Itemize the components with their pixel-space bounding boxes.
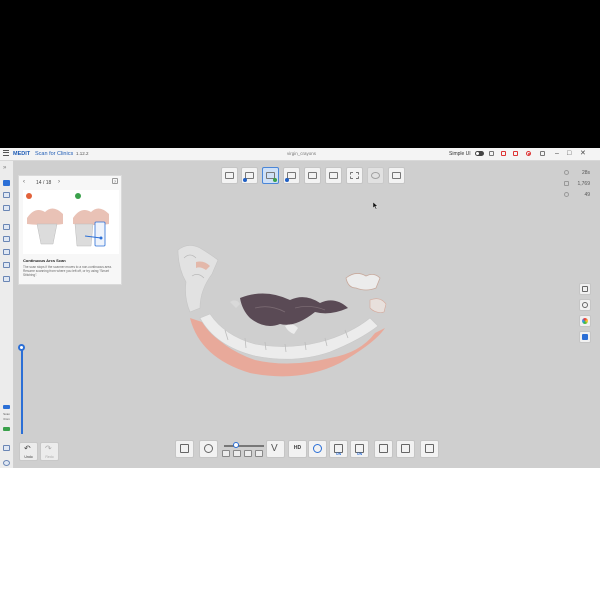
scan-size-slider[interactable] bbox=[224, 445, 264, 447]
tutorial-illustration bbox=[23, 190, 119, 254]
close-icon[interactable]: ✕ bbox=[580, 150, 586, 157]
play-button[interactable] bbox=[308, 440, 327, 458]
scan-option-1-icon[interactable] bbox=[222, 450, 230, 457]
color-scan-button[interactable]: ON bbox=[329, 440, 348, 458]
video-tool-button[interactable] bbox=[579, 283, 591, 295]
stat-time: 28s bbox=[581, 170, 590, 176]
scan-3d-model[interactable] bbox=[170, 238, 400, 388]
sidebar-search-icon[interactable] bbox=[3, 224, 10, 230]
tutorial-description: The scan stops if the scanner moves to a… bbox=[23, 265, 112, 277]
sidebar-maxilla-icon[interactable] bbox=[3, 192, 10, 198]
timer-icon bbox=[564, 170, 569, 175]
undo-icon: ↶ bbox=[24, 444, 31, 453]
reset-view-button[interactable] bbox=[579, 299, 591, 311]
tutorial-card: ‹ 14 / 18 › ? Continuous Arcs Scan The s… bbox=[18, 175, 122, 285]
scan-mode-button[interactable] bbox=[199, 440, 218, 458]
expand-sidebar-icon[interactable]: » bbox=[3, 165, 6, 171]
scan-label: Scan bbox=[3, 412, 10, 416]
title-bar: MEDIT Scan for Clinics 1.12.2 virgin_cra… bbox=[0, 148, 600, 161]
app-brand: MEDIT bbox=[13, 151, 31, 157]
sidebar-status-icon bbox=[3, 405, 10, 409]
undo-button[interactable]: ↶ Undo bbox=[19, 442, 38, 461]
hamburger-menu-icon[interactable] bbox=[3, 150, 9, 156]
sidebar-scan-icon[interactable] bbox=[3, 180, 10, 186]
scan-option-4-icon[interactable] bbox=[255, 450, 263, 457]
letterbox-top bbox=[0, 0, 600, 148]
redo-label: Redo bbox=[45, 455, 54, 459]
scan-size-slider-handle[interactable] bbox=[233, 442, 239, 448]
app-version: 1.12.2 bbox=[76, 151, 89, 156]
mesh-tool-button[interactable] bbox=[374, 440, 393, 458]
app-brand-sub: Scan for Clinics bbox=[35, 151, 74, 157]
settings-icon[interactable] bbox=[489, 151, 494, 156]
scan-option-2-icon[interactable] bbox=[233, 450, 241, 457]
next-page-icon[interactable]: › bbox=[58, 179, 60, 185]
simple-ui-label: Simple UI bbox=[449, 151, 471, 157]
maxilla-stage-button[interactable] bbox=[241, 167, 258, 184]
screen-capture-icon[interactable] bbox=[501, 151, 506, 156]
color-mode-button[interactable] bbox=[579, 315, 591, 327]
trash-button[interactable] bbox=[396, 440, 415, 458]
sidebar-tools-icon[interactable] bbox=[3, 276, 10, 282]
letterbox-bottom bbox=[0, 468, 600, 600]
maximize-icon[interactable]: □ bbox=[567, 150, 571, 157]
export-icon[interactable] bbox=[513, 151, 518, 156]
sidebar-bite-icon[interactable] bbox=[3, 236, 10, 242]
app-window: MEDIT Scan for Clinics 1.12.2 virgin_cra… bbox=[0, 148, 600, 468]
speed-icon bbox=[564, 192, 569, 197]
stat-frames: 1,769 bbox=[577, 181, 590, 187]
scan-filter-button[interactable] bbox=[175, 440, 194, 458]
document-title: virgin_crayons bbox=[287, 151, 317, 156]
analysis-button[interactable] bbox=[420, 440, 439, 458]
color-scan-label: ON bbox=[335, 452, 342, 456]
stat-speed: 49 bbox=[584, 192, 590, 198]
scan-option-3-icon[interactable] bbox=[244, 450, 252, 457]
arch-stage-button[interactable] bbox=[325, 167, 342, 184]
simple-ui-toggle[interactable] bbox=[475, 151, 484, 156]
info-icon[interactable] bbox=[540, 151, 545, 156]
hd-label: HD bbox=[293, 445, 302, 451]
help-icon[interactable]: ? bbox=[112, 178, 118, 184]
mouse-cursor-icon bbox=[373, 202, 379, 210]
zoom-view-button[interactable] bbox=[367, 167, 384, 184]
occlusion-stage-button[interactable] bbox=[283, 167, 300, 184]
prev-page-icon[interactable]: ‹ bbox=[23, 179, 25, 185]
sidebar-note-icon[interactable] bbox=[3, 445, 10, 451]
connection-status-icon bbox=[3, 427, 10, 431]
sidebar-layers-icon[interactable] bbox=[3, 249, 10, 255]
tooth-tool-button[interactable]: V bbox=[266, 440, 285, 458]
sidebar-mandible-icon[interactable] bbox=[3, 205, 10, 211]
left-sidebar: » Scan 3mm bbox=[0, 161, 14, 468]
hd-button[interactable]: HD bbox=[288, 440, 307, 458]
redo-button[interactable]: ↷ Redo bbox=[40, 442, 59, 461]
mandible-stage-button[interactable] bbox=[262, 167, 279, 184]
record-icon[interactable] bbox=[526, 151, 531, 156]
sidebar-settings-icon[interactable] bbox=[3, 460, 10, 466]
complete-button[interactable] bbox=[388, 167, 405, 184]
order-info-button[interactable] bbox=[221, 167, 238, 184]
pre-op-stage-button[interactable] bbox=[304, 167, 321, 184]
undo-label: Undo bbox=[24, 455, 33, 459]
scan-depth-slider[interactable] bbox=[21, 346, 23, 434]
minimize-icon[interactable]: – bbox=[555, 150, 559, 157]
tutorial-page: 14 / 18 bbox=[36, 180, 52, 186]
payment-label: ON bbox=[356, 452, 363, 456]
payment-button[interactable]: ON bbox=[350, 440, 369, 458]
sidebar-align-icon[interactable] bbox=[3, 262, 10, 268]
redo-icon: ↷ bbox=[45, 444, 52, 453]
fit-view-button[interactable] bbox=[346, 167, 363, 184]
tutorial-title: Continuous Arcs Scan bbox=[23, 258, 66, 263]
depth-label: 3mm bbox=[3, 417, 10, 421]
scan-depth-slider-handle[interactable] bbox=[18, 344, 25, 351]
frames-icon bbox=[564, 181, 569, 186]
tooth-mode-button[interactable] bbox=[579, 331, 591, 343]
